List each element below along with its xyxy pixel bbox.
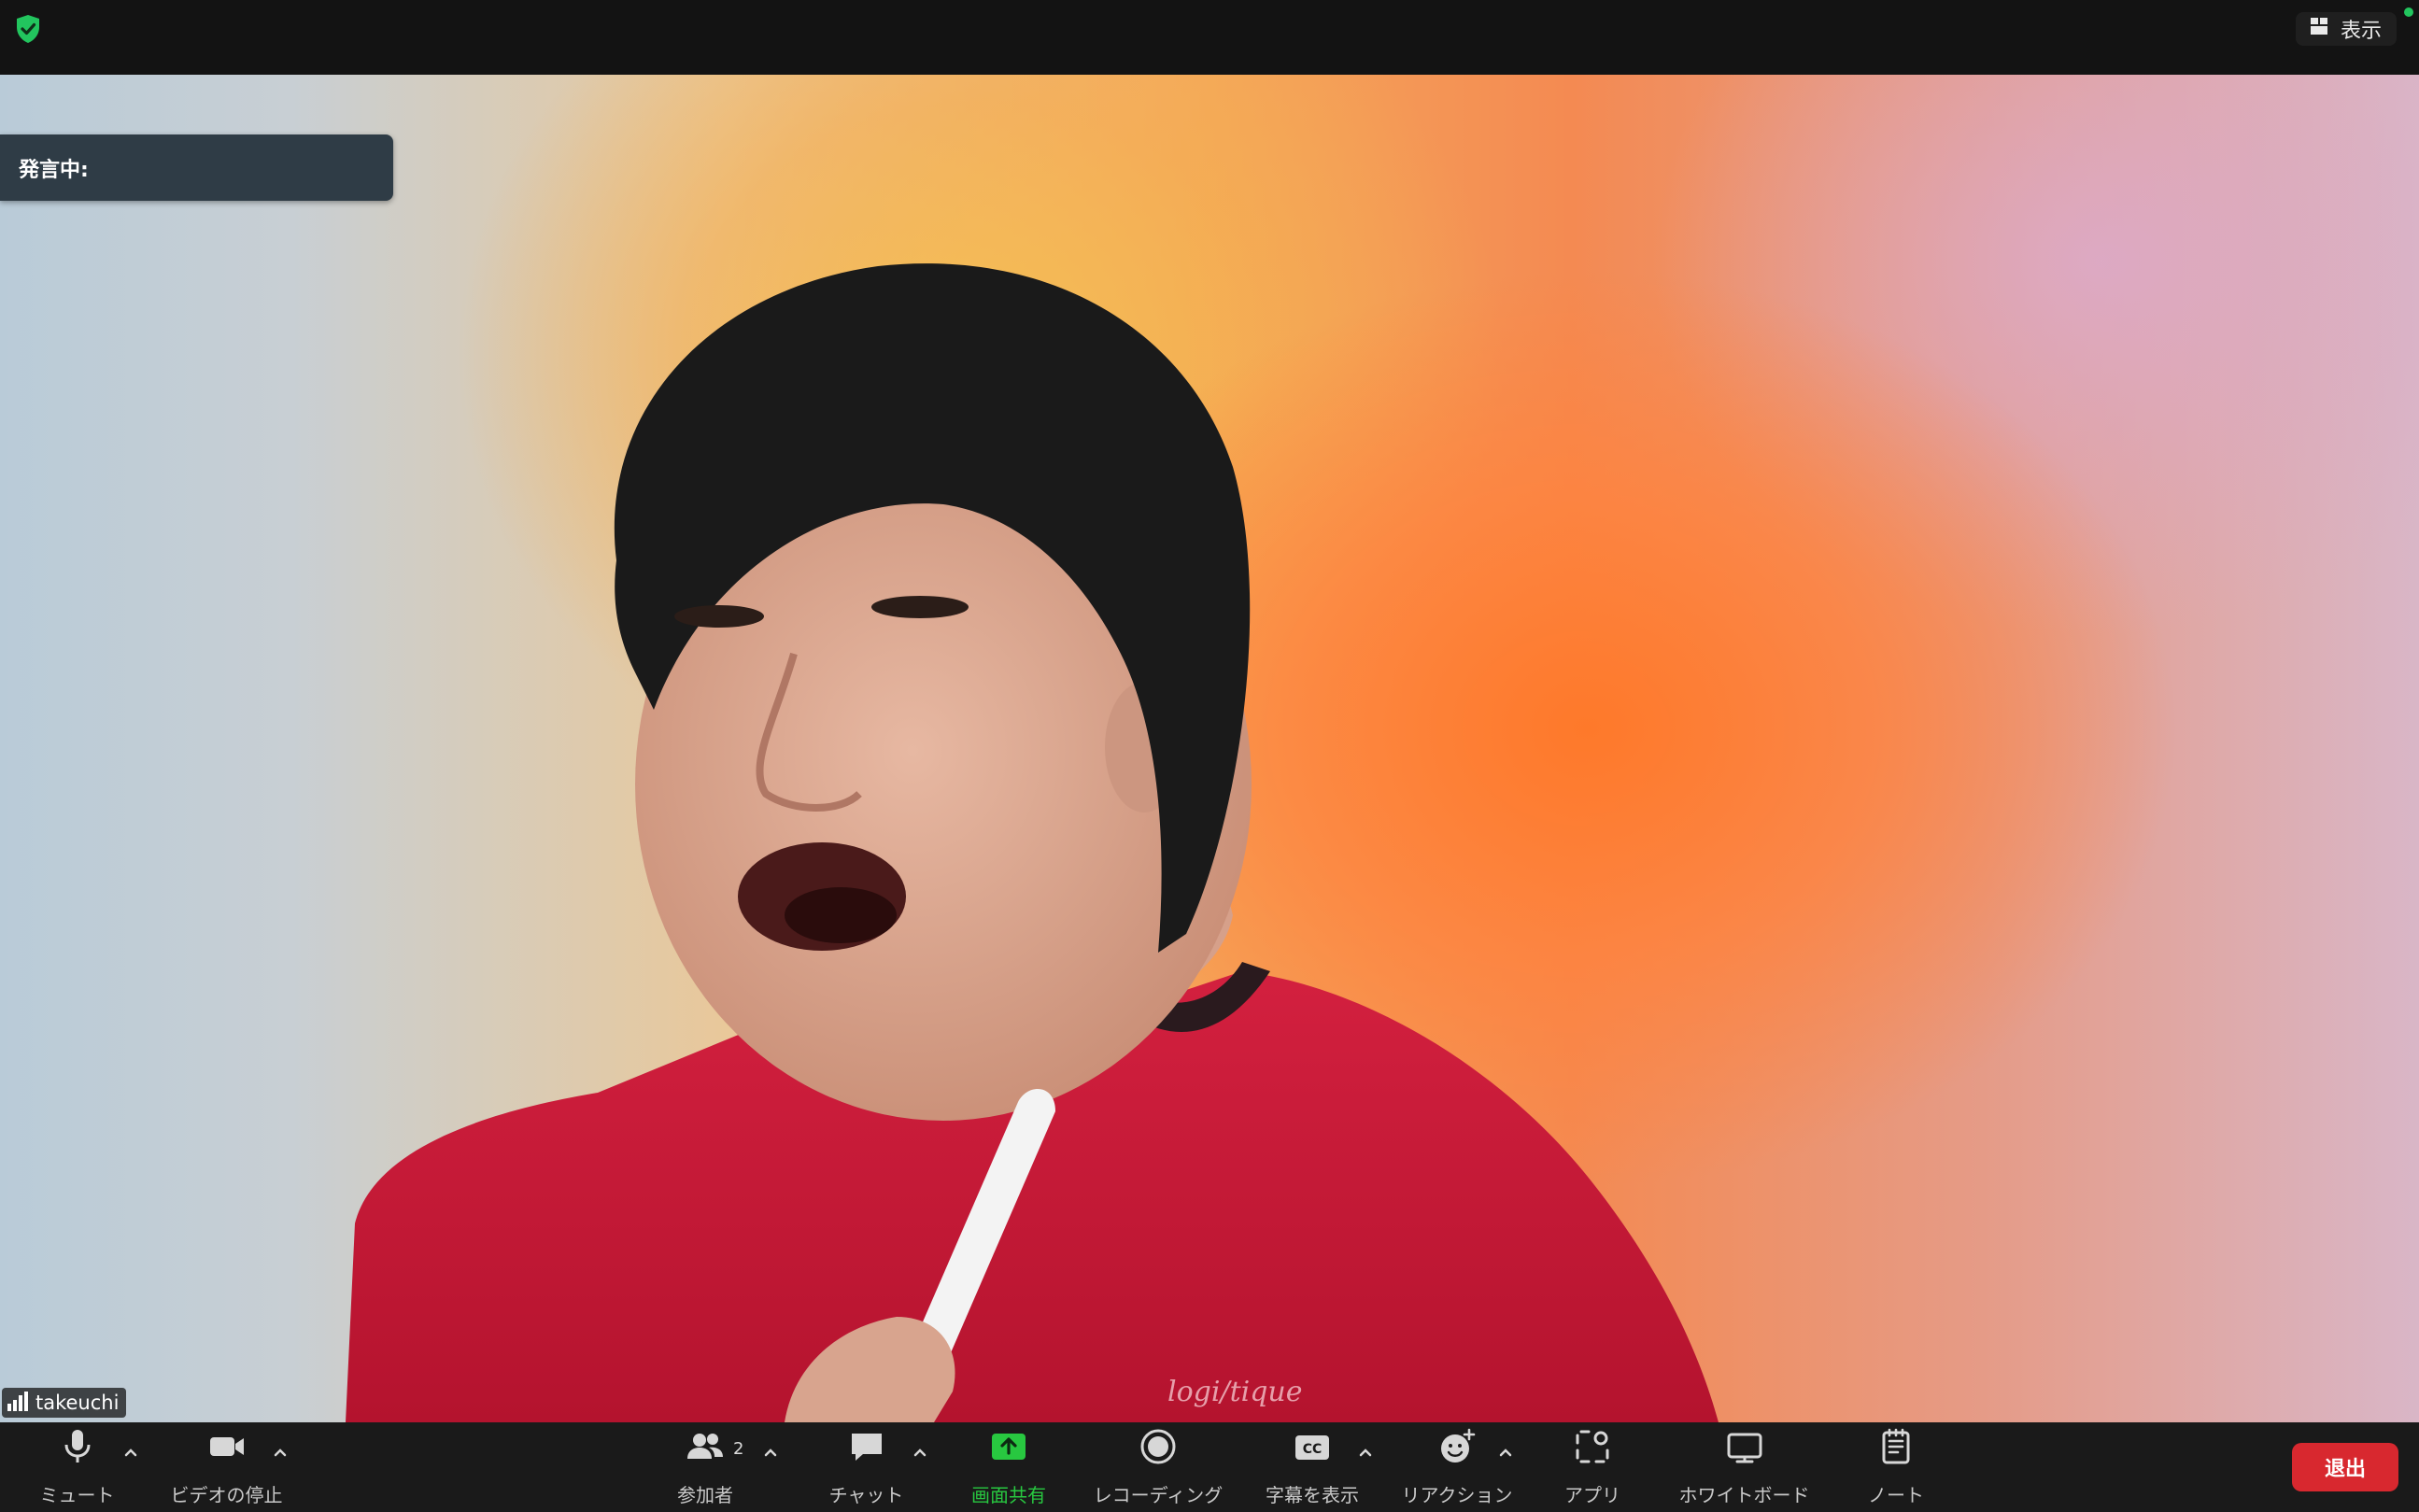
svg-text:logi/tique: logi/tique	[1167, 1376, 1303, 1408]
participants-options-caret[interactable]	[761, 1443, 780, 1462]
participant-name: takeuchi	[35, 1392, 120, 1414]
participants-label: 参加者	[677, 1484, 733, 1506]
chat-bubble-icon	[848, 1428, 885, 1469]
reactions-options-caret[interactable]	[1496, 1443, 1515, 1462]
apps-icon	[1574, 1428, 1611, 1469]
captions-label: 字幕を表示	[1266, 1484, 1359, 1506]
captions-options-caret[interactable]	[1356, 1443, 1375, 1462]
reactions-label: リアクション	[1401, 1484, 1513, 1506]
cc-icon-text: CC	[1303, 1442, 1323, 1457]
video-area: logi/tique 発言中: takeuchi	[0, 75, 2419, 1422]
whiteboard-button[interactable]: ホワイトボード	[1667, 1422, 1821, 1512]
stop-video-label: ビデオの停止	[170, 1484, 283, 1506]
video-options-caret[interactable]	[271, 1443, 290, 1462]
speaking-label: 発言中:	[19, 158, 89, 182]
chat-options-caret[interactable]	[911, 1443, 929, 1462]
share-screen-button[interactable]: 画面共有	[962, 1422, 1055, 1512]
status-indicator	[2404, 7, 2413, 17]
microphone-icon	[59, 1428, 96, 1469]
cc-icon: CC	[1294, 1428, 1331, 1469]
grid-icon	[2309, 16, 2329, 42]
mute-label: ミュート	[39, 1484, 115, 1506]
participants-button[interactable]: 参加者	[663, 1422, 747, 1512]
leave-button[interactable]: 退出	[2292, 1443, 2398, 1491]
mute-options-caret[interactable]	[121, 1443, 140, 1462]
notes-button[interactable]: ノート	[1854, 1422, 1938, 1512]
speaking-indicator: 発言中:	[0, 134, 393, 201]
signal-bars-icon	[6, 1391, 30, 1416]
participant-video: logi/tique	[346, 263, 1719, 1422]
emoji-add-icon	[1438, 1428, 1476, 1469]
share-screen-label: 画面共有	[971, 1484, 1046, 1506]
recording-label: レコーディング	[1093, 1484, 1224, 1506]
captions-button[interactable]: CC 字幕を表示	[1261, 1422, 1364, 1512]
reactions-button[interactable]: リアクション	[1396, 1422, 1518, 1512]
chat-label: チャット	[828, 1484, 904, 1506]
record-icon	[1139, 1428, 1177, 1469]
meeting-toolbar: ミュート ビデオの停止 参加者 2 チャット 画面共有 レコーディング CC 字…	[0, 1422, 2419, 1512]
chat-button[interactable]: チャット	[817, 1422, 915, 1512]
shield-check-icon[interactable]	[14, 13, 42, 45]
whiteboard-icon	[1726, 1428, 1763, 1469]
top-bar: 表示	[0, 0, 2419, 75]
participant-name-tag: takeuchi	[2, 1388, 127, 1418]
video-camera-icon	[208, 1428, 246, 1469]
notes-label: ノート	[1868, 1484, 1924, 1506]
recording-button[interactable]: レコーディング	[1083, 1422, 1233, 1512]
apps-button[interactable]: アプリ	[1550, 1422, 1634, 1512]
stop-video-button[interactable]: ビデオの停止	[163, 1422, 290, 1512]
mute-button[interactable]: ミュート	[28, 1422, 126, 1512]
share-up-arrow-icon	[990, 1428, 1027, 1469]
view-label: 表示	[2340, 20, 2382, 43]
notes-icon	[1877, 1428, 1915, 1469]
view-button[interactable]: 表示	[2295, 12, 2397, 46]
people-icon	[686, 1428, 724, 1469]
apps-label: アプリ	[1564, 1484, 1620, 1506]
whiteboard-label: ホワイトボード	[1678, 1484, 1810, 1506]
participants-count: 2	[733, 1439, 744, 1459]
